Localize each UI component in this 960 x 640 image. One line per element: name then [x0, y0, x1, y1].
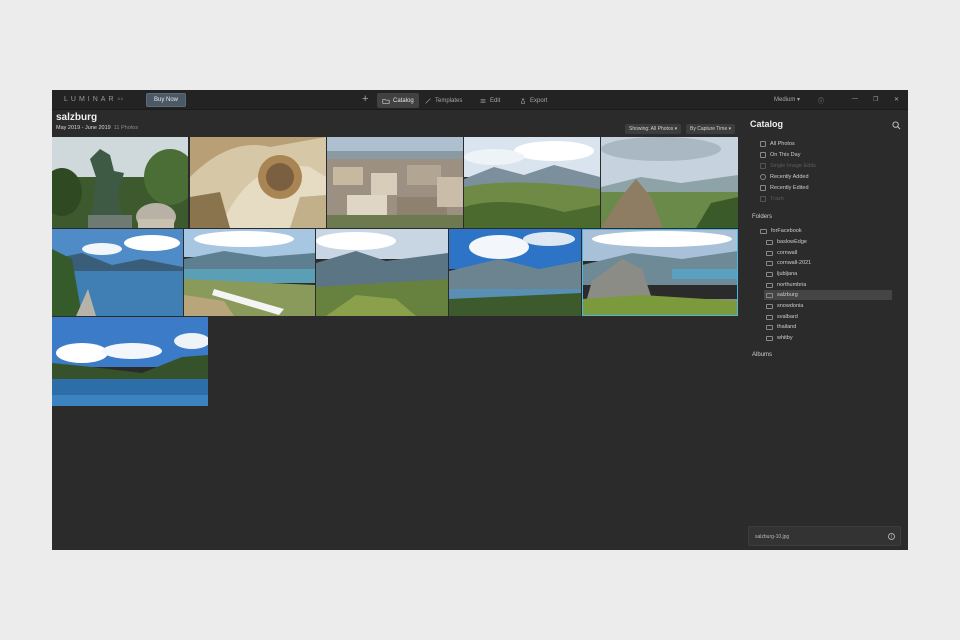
- folder-icon: [760, 228, 767, 234]
- sidebar-item-recently-edited[interactable]: Recently Edited: [760, 183, 809, 193]
- app-logo: LUMINAR4.1: [64, 96, 124, 103]
- folder-icon: [766, 303, 773, 309]
- folder-icon: [766, 314, 773, 320]
- photo-thumbnail[interactable]: [52, 137, 188, 228]
- share-icon: [521, 97, 525, 104]
- image-icon: [760, 163, 766, 169]
- showing-filter-dropdown[interactable]: Showing: All Photos ▾: [625, 124, 682, 134]
- folder-item[interactable]: baslowEdge: [764, 237, 892, 247]
- photo-thumbnail[interactable]: [601, 137, 738, 228]
- sidebar-item-single-image-edits: Single Image Edits: [760, 161, 816, 171]
- buy-now-button[interactable]: Buy Now: [146, 93, 186, 107]
- sidebar-item-all-photos[interactable]: All Photos: [760, 139, 795, 149]
- photo-thumbnail[interactable]: [449, 229, 581, 316]
- photo-thumbnail[interactable]: [52, 229, 183, 316]
- file-info-bar: salzburg-10.jpg i: [748, 526, 901, 546]
- folder-icon: [766, 260, 773, 266]
- photo-count: 11 Photos: [113, 125, 139, 131]
- top-bar: LUMINAR4.1 Buy Now + Catalog Templates E…: [52, 90, 908, 110]
- photo-thumbnail[interactable]: [52, 317, 208, 406]
- folder-item[interactable]: northumbria: [764, 280, 892, 290]
- sidebar-title: Catalog: [750, 119, 784, 129]
- photo-thumbnail[interactable]: [184, 229, 315, 316]
- luminar-window: LUMINAR4.1 Buy Now + Catalog Templates E…: [52, 90, 908, 550]
- minimize-icon[interactable]: —: [852, 96, 858, 102]
- search-icon[interactable]: [892, 121, 901, 130]
- tab-catalog[interactable]: Catalog: [377, 93, 419, 108]
- folder-icon: [382, 98, 390, 104]
- folder-icon: [766, 335, 773, 341]
- sliders-icon: [480, 98, 486, 103]
- templates-icon: [425, 97, 431, 104]
- date-range: May 2019 - June 2019 11 Photos: [56, 125, 139, 131]
- plus-icon[interactable]: +: [362, 93, 368, 105]
- folder-icon: [766, 239, 773, 245]
- folder-item[interactable]: svalbard: [764, 312, 892, 322]
- maximize-icon[interactable]: ❐: [873, 96, 878, 103]
- page-title: salzburg: [56, 112, 98, 123]
- trash-icon: [760, 196, 766, 202]
- edit-icon: [760, 185, 766, 191]
- folder-item[interactable]: ljubljana: [764, 269, 892, 279]
- sidebar-item-trash: Trash: [760, 194, 784, 204]
- folder-icon: [766, 282, 773, 288]
- folder-item[interactable]: thailand: [764, 322, 892, 332]
- sidebar-item-on-this-day[interactable]: On This Day: [760, 150, 800, 160]
- photo-thumbnail[interactable]: [190, 137, 326, 228]
- photo-thumbnail-selected[interactable]: [582, 229, 738, 316]
- tab-export[interactable]: Export: [514, 93, 552, 108]
- folder-item[interactable]: cornwall: [764, 248, 892, 258]
- photo-thumbnail[interactable]: [316, 229, 448, 316]
- tab-edit[interactable]: Edit: [474, 93, 505, 108]
- folder-item[interactable]: whitby: [764, 333, 892, 343]
- folder-icon: [766, 250, 773, 256]
- photo-thumbnail[interactable]: [464, 137, 600, 228]
- albums-heading: Albums: [752, 352, 773, 358]
- folder-item[interactable]: snowdonia: [764, 301, 892, 311]
- file-name: salzburg-10.jpg: [755, 534, 790, 540]
- help-icon[interactable]: ⓘ: [818, 96, 824, 105]
- sort-dropdown[interactable]: By Capture Time ▾: [686, 124, 736, 134]
- info-icon[interactable]: i: [888, 533, 895, 540]
- folders-heading: Folders: [752, 214, 773, 220]
- folder-item[interactable]: cornwall-2021: [764, 258, 892, 268]
- close-icon[interactable]: ✕: [894, 96, 899, 103]
- photos-icon: [760, 141, 766, 147]
- folder-icon: [766, 292, 773, 298]
- photo-thumbnail[interactable]: [327, 137, 463, 228]
- folder-root[interactable]: forFacebook: [760, 226, 802, 236]
- sidebar-item-recently-added[interactable]: Recently Added: [760, 172, 809, 182]
- calendar-icon: [760, 152, 766, 158]
- tab-templates[interactable]: Templates: [419, 93, 467, 108]
- folder-icon: [766, 324, 773, 330]
- folder-icon: [766, 271, 773, 277]
- plus-circle-icon: [760, 174, 766, 180]
- thumbnail-size-dropdown[interactable]: Medium ▾: [774, 96, 800, 103]
- folder-item-selected[interactable]: salzburg: [764, 290, 892, 300]
